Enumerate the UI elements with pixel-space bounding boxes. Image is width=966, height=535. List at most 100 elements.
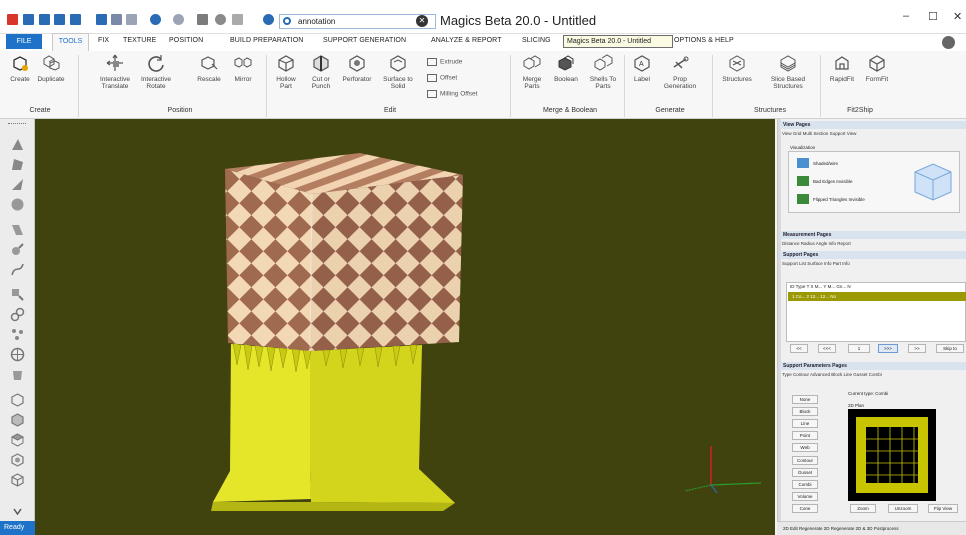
surface-select-icon[interactable] [10,157,25,172]
save-icon[interactable] [54,14,65,25]
type-point-button[interactable]: Point [792,431,818,440]
maximize-button[interactable]: ☐ [928,10,938,23]
shell-select-icon[interactable] [10,177,25,192]
panel-grip[interactable] [778,119,781,535]
create-button[interactable]: Create [6,53,34,83]
zoom-button[interactable]: Zoom [850,504,876,513]
perforator-button[interactable]: Perforator [340,53,374,83]
rescale-button[interactable]: Rescale [194,53,224,83]
flip-view-button[interactable]: Flip View [928,504,958,513]
2d-plan-preview[interactable] [848,409,936,501]
import-icon[interactable] [96,14,107,25]
view-back-icon[interactable] [10,412,25,427]
hollow-part-button[interactable]: Hollow Part [272,53,300,90]
view-pages-tabs[interactable]: View Grid Multi Section Support View [782,131,856,136]
3d-viewport[interactable] [35,119,775,535]
type-line-button[interactable]: Line [792,419,818,428]
merge-parts-button[interactable]: Merge Parts [518,53,546,90]
view-top-icon[interactable] [10,432,25,447]
cut-or-punch-button[interactable]: Cut or Punch [306,53,336,90]
interactive-rotate-button[interactable]: Interactive Rotate [138,53,174,90]
open-file-icon[interactable] [39,14,50,25]
view-iso-icon[interactable] [10,472,25,487]
tab-build-preparation[interactable]: BUILD PREPARATION [230,37,303,44]
redo-icon[interactable] [173,14,184,25]
label-button[interactable]: A Label [630,53,654,83]
support-parameters-tabs[interactable]: Type Contour Advanced Block Line Gusset … [782,372,882,377]
curve-icon[interactable] [10,262,25,277]
rapidfit-button[interactable]: RapidFit [826,53,858,83]
link-icon[interactable] [10,307,25,322]
interactive-translate-button[interactable]: Interactive Translate [96,53,134,90]
marker-icon[interactable] [10,222,25,237]
shells-to-parts-button[interactable]: Shells To Parts [586,53,620,90]
undo-icon[interactable] [150,14,161,25]
tab-analyze-report[interactable]: ANALYZE & REPORT [431,37,502,44]
type-cone-button[interactable]: Cone [792,504,818,513]
search-input[interactable]: annotation [279,14,436,29]
clear-search-button[interactable]: ✕ [416,15,428,27]
type-none-button[interactable]: None [792,395,818,404]
close-button[interactable]: ✕ [953,10,962,23]
view-bottom-icon[interactable] [10,452,25,467]
boolean-button[interactable]: Boolean [550,53,582,83]
type-contour-button[interactable]: Contour [792,456,818,465]
shell-icon[interactable] [10,197,25,212]
tab-slicing[interactable]: SLICING [522,37,551,44]
expand-toolbar-icon[interactable] [10,505,25,520]
tab-file[interactable]: FILE [6,34,42,49]
measurement-pages-header[interactable]: Measurement Pages [780,231,966,239]
tab-options-help[interactable]: OPTIONS & HELP [674,37,734,44]
bad-edges-icon[interactable] [797,176,809,186]
triangle-select-icon[interactable] [10,137,25,152]
prop-generation-button[interactable]: Prop Generation [660,53,700,90]
formfit-button[interactable]: FormFit [862,53,892,83]
page-first-button[interactable]: << [790,344,808,353]
measure-icon[interactable] [232,14,243,25]
support-parameters-header[interactable]: Support Parameters Pages [780,362,966,370]
scatter-icon[interactable] [10,327,25,342]
type-block-button[interactable]: Block [792,407,818,416]
cube-side-face[interactable] [310,175,463,351]
export-icon[interactable] [111,14,122,25]
scene-canvas[interactable] [35,119,775,535]
duplicate-button[interactable]: Duplicate [34,53,68,83]
page-next-button[interactable]: >>> [878,344,898,353]
minimize-button[interactable]: – [903,10,909,22]
support-list-table[interactable] [786,282,966,342]
support-block-side[interactable] [310,345,455,503]
print-icon[interactable] [126,14,137,25]
measurement-pages-tabs[interactable]: Distance Radius Angle Info Report [782,241,851,246]
tab-position[interactable]: POSITION [169,37,203,44]
table-row[interactable]: 1 Co... 2 12... 12... No [788,292,966,301]
page-prev-button[interactable]: <<< [818,344,836,353]
structures-button[interactable]: Structures [718,53,756,83]
type-volume-button[interactable]: Volume [792,492,818,501]
page-number-field[interactable]: 1 [848,344,870,353]
tab-fix[interactable]: FIX [98,37,109,44]
zoom-icon[interactable] [215,14,226,25]
type-web-button[interactable]: Web [792,443,818,452]
new-file-icon[interactable] [23,14,34,25]
sphere-icon[interactable] [10,347,25,362]
bottom-tabs-text[interactable]: 2D Edit Regenerate 2D Regenerate 2D & 3D… [783,526,899,531]
tab-support-generation[interactable]: SUPPORT GENERATION [323,37,406,44]
milling-offset-button[interactable]: Milling Offset [427,90,477,98]
settings-gear-icon[interactable] [942,36,955,49]
surface-to-solid-button[interactable]: Surface to Solid [382,53,414,90]
brush-icon[interactable] [10,242,25,257]
shaded-wire-icon[interactable] [797,158,809,168]
cut-tool-icon[interactable] [10,287,25,302]
tab-tools[interactable]: TOOLS [52,33,89,51]
view-icon[interactable] [197,14,208,25]
unzoom-button[interactable]: Unzoom [888,504,918,513]
extrude-button[interactable]: Extrude [427,58,462,66]
mirror-button[interactable]: Mirror [228,53,258,83]
support-pages-header[interactable]: Support Pages [780,251,966,259]
flipped-triangles-icon[interactable] [797,194,809,204]
skip-to-button[interactable]: Skip to [936,344,964,353]
type-gusset-button[interactable]: Gusset [792,468,818,477]
bucket-icon[interactable] [10,367,25,382]
offset-button[interactable]: Offset [427,74,457,82]
support-pages-tabs[interactable]: Support List Surface Info Part Info [782,261,850,266]
